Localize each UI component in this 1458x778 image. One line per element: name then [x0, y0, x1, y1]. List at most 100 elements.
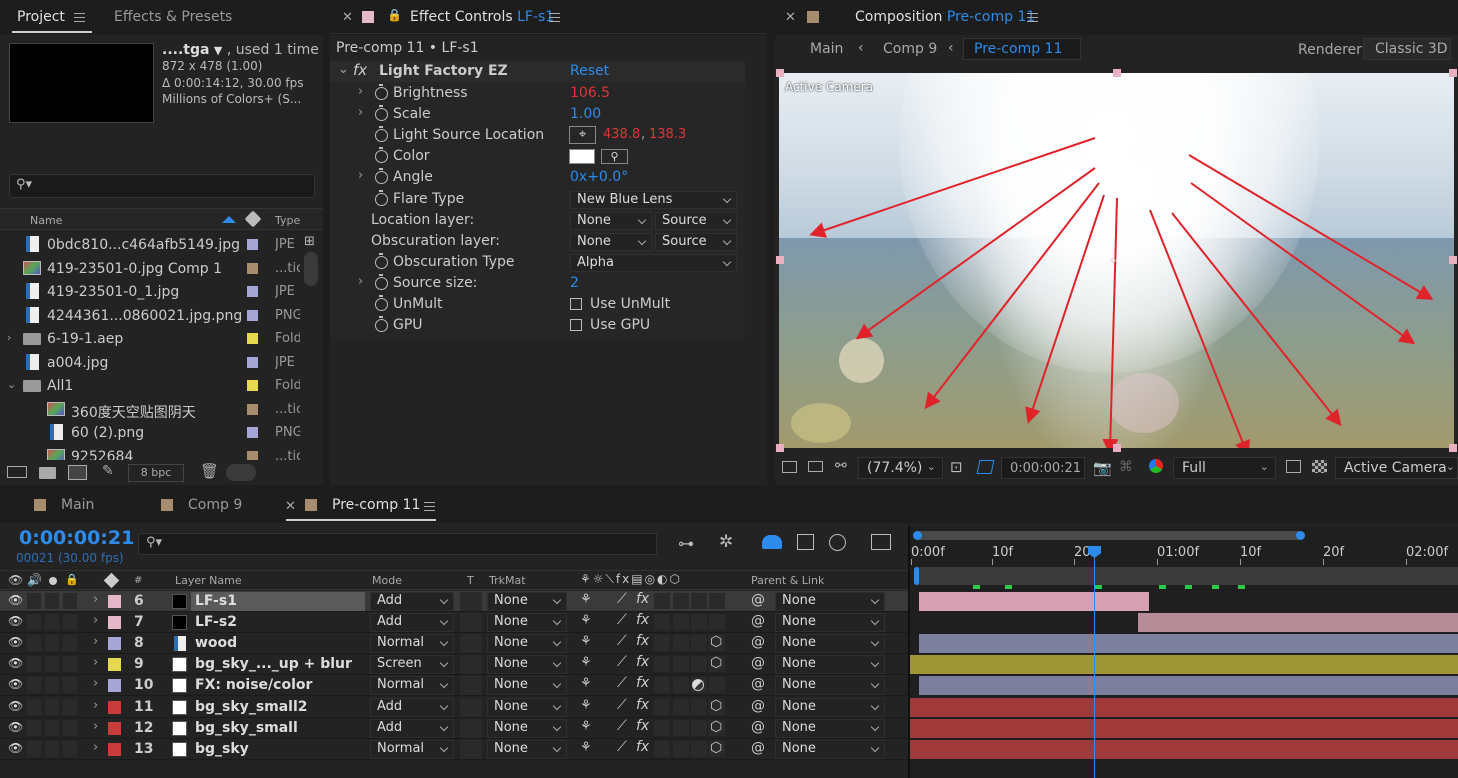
blend-mode-dropdown[interactable]: Add	[370, 613, 454, 633]
parent-dropdown[interactable]: None	[775, 592, 885, 611]
stopwatch-icon[interactable]	[375, 147, 388, 164]
layer-row[interactable]: 👁 › 11 bg_sky_small2 Add None ⚘ ⟋ fx ⬡ @ None	[0, 696, 910, 718]
layer-row[interactable]: 👁 › 10 FX: noise/color Normal None ⚘ ⟋ fx @ None	[0, 675, 910, 697]
timeline-menu-icon[interactable]	[424, 502, 435, 511]
audio-toggle[interactable]	[27, 656, 41, 673]
chevron-right-icon[interactable]: ›	[93, 592, 98, 607]
switch-box[interactable]	[673, 614, 689, 631]
preserve-transparency-toggle[interactable]	[460, 613, 482, 633]
eye-icon[interactable]: 👁	[8, 635, 23, 649]
chevron-right-icon[interactable]: ›	[93, 613, 98, 628]
shy-switch-icon[interactable]: ⚘	[580, 676, 592, 691]
graph-editor-icon[interactable]	[871, 534, 891, 550]
3d-layer-icon[interactable]: ⬡	[710, 698, 722, 714]
stopwatch-icon[interactable]	[375, 252, 388, 269]
resolution-dropdown[interactable]: Full ⌄	[1173, 457, 1276, 479]
audio-toggle[interactable]	[27, 635, 41, 652]
stopwatch-icon[interactable]	[375, 84, 388, 100]
fx-icon[interactable]: fx	[353, 61, 367, 79]
trash-icon[interactable]: 🗑	[200, 462, 219, 480]
property-value[interactable]: 0x+0.0°	[570, 169, 628, 185]
layer-handle[interactable]	[1449, 256, 1457, 264]
renderer-button[interactable]: Classic 3D	[1363, 38, 1451, 60]
project-item[interactable]: › 6-19-1.aep Fold	[0, 327, 300, 350]
lock-toggle[interactable]	[63, 656, 77, 673]
tab-precomp11[interactable]: Pre-comp 11	[332, 497, 420, 513]
crosshair-icon[interactable]: ⌖	[569, 126, 596, 145]
layer-duration-bar[interactable]	[919, 592, 1150, 611]
layer-name[interactable]: LF-s2	[195, 614, 237, 630]
layer-duration-bar[interactable]	[1138, 613, 1458, 633]
layer-duration-bar[interactable]	[919, 676, 1458, 696]
stopwatch-icon[interactable]	[375, 126, 388, 143]
stopwatch-icon[interactable]	[375, 105, 388, 122]
shy-switch-icon[interactable]: ⚘	[580, 698, 592, 713]
layer-duration-bar[interactable]	[919, 634, 1458, 654]
breadcrumb-comp9[interactable]: Comp 9	[883, 41, 937, 57]
lock-toggle[interactable]	[63, 635, 77, 652]
pickwhip-icon[interactable]: @	[751, 634, 765, 650]
navigator-start-handle[interactable]	[913, 531, 922, 540]
pickwhip-icon[interactable]: @	[751, 740, 765, 756]
label-swatch[interactable]	[247, 239, 258, 250]
label-swatch[interactable]	[247, 262, 258, 274]
location-x[interactable]: 438.8	[603, 127, 640, 142]
mask-icon[interactable]: ⚯	[835, 458, 847, 474]
shy-switch-icon[interactable]: ⚘	[580, 719, 592, 734]
switch-box[interactable]	[673, 593, 689, 609]
keyframe-marker[interactable]	[973, 585, 980, 589]
zoom-slider[interactable]	[226, 464, 256, 481]
layer-handle[interactable]	[1449, 444, 1457, 452]
stopwatch-icon[interactable]	[375, 273, 388, 290]
pickwhip-icon[interactable]: @	[751, 613, 765, 629]
effect-header-row[interactable]: ⌄ fx Light Factory EZ Reset	[330, 61, 745, 82]
frame-blending-icon[interactable]	[797, 534, 814, 550]
label-swatch[interactable]	[108, 700, 121, 714]
composition-name[interactable]: Pre-comp 11	[947, 9, 1035, 25]
column-parent-link[interactable]: Parent & Link	[751, 574, 824, 587]
layer-duration-bar[interactable]	[910, 718, 1458, 738]
transparency-grid-icon[interactable]	[1312, 460, 1327, 473]
switch-box[interactable]	[673, 719, 689, 736]
checkbox[interactable]	[570, 298, 582, 310]
solo-toggle[interactable]	[45, 677, 59, 694]
camera-snapshot-icon[interactable]: 📷	[1093, 459, 1112, 477]
quality-switch-icon[interactable]: ⟋	[617, 739, 627, 755]
track-matte-dropdown[interactable]: None	[487, 592, 567, 611]
preserve-transparency-toggle[interactable]	[460, 697, 482, 717]
layer-row[interactable]: 👁 › 8 wood Normal None ⚘ ⟋ fx ⬡ @ None	[0, 633, 910, 655]
solo-toggle[interactable]	[45, 740, 59, 757]
blend-mode-dropdown[interactable]: Normal	[370, 634, 454, 654]
location-layer-dropdown[interactable]: None	[570, 211, 652, 230]
switch-box[interactable]	[673, 740, 689, 757]
switch-box[interactable]	[691, 719, 707, 736]
work-area-start[interactable]	[914, 567, 919, 585]
switch-box[interactable]	[654, 719, 670, 736]
reset-link[interactable]: Reset	[570, 63, 609, 79]
label-swatch[interactable]	[247, 333, 258, 344]
interpret-footage-icon[interactable]	[7, 466, 27, 478]
lock-toggle[interactable]	[63, 740, 77, 757]
label-swatch[interactable]	[108, 679, 121, 693]
timeline-search-input[interactable]: ⚲▾	[138, 533, 657, 555]
label-swatch[interactable]	[108, 595, 121, 608]
property-value[interactable]: 2	[570, 275, 579, 291]
blend-mode-dropdown[interactable]: Add	[370, 718, 454, 738]
current-time-indicator[interactable]	[1088, 546, 1101, 778]
shy-switch-icon[interactable]: ⚘	[580, 613, 592, 628]
project-item[interactable]: ⌄ All1 Fold	[0, 374, 300, 397]
track-matte-dropdown[interactable]: None	[487, 718, 567, 738]
audio-toggle[interactable]	[27, 593, 41, 609]
preserve-transparency-toggle[interactable]	[460, 718, 482, 738]
switch-box[interactable]	[654, 740, 670, 757]
audio-toggle[interactable]	[27, 719, 41, 736]
layer-duration-bar[interactable]	[910, 697, 1458, 717]
label-swatch[interactable]	[108, 721, 121, 735]
project-search-input[interactable]: ⚲▾	[9, 174, 315, 198]
lock-toggle[interactable]	[63, 593, 77, 609]
region-of-interest-icon[interactable]	[976, 460, 995, 474]
stopwatch-icon[interactable]	[375, 295, 388, 311]
preserve-transparency-toggle[interactable]	[460, 739, 482, 759]
new-composition-icon[interactable]	[68, 465, 87, 480]
layer-row[interactable]: 👁 › 6 LF-s1 Add None ⚘ ⟋ fx @ None	[0, 591, 910, 612]
